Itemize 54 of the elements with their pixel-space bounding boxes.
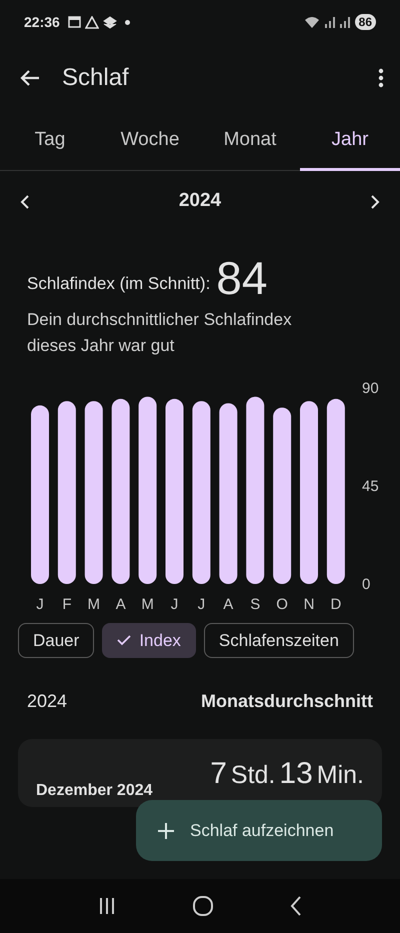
stack-icon <box>102 16 117 28</box>
record-sleep-button[interactable]: Schlaf aufzeichnen <box>136 800 382 861</box>
section-title: Monatsdurchschnitt <box>200 690 373 713</box>
status-time: 22:36 <box>24 12 60 32</box>
month-label: A <box>116 596 126 612</box>
screen-title: Schlaf <box>62 63 130 93</box>
recent-apps-icon[interactable] <box>98 897 116 915</box>
more-options-icon[interactable] <box>378 68 384 88</box>
home-icon[interactable] <box>192 896 213 916</box>
score-value: 84 <box>216 254 268 300</box>
period-label: 2024 <box>178 189 222 214</box>
month-label: J <box>36 596 44 612</box>
month-label: M <box>88 596 100 612</box>
month-label: J <box>170 596 178 612</box>
duration-value: 7 <box>210 756 227 792</box>
back-nav-icon[interactable] <box>290 896 302 916</box>
tab[interactable]: Woche <box>100 112 200 170</box>
signal-icon <box>324 16 336 28</box>
section-year: 2024 <box>27 690 68 713</box>
month-label: M <box>141 596 154 612</box>
previous-icon[interactable] <box>20 194 30 210</box>
filter-chip[interactable]: Dauer <box>18 622 94 658</box>
month-label: D <box>330 596 342 612</box>
month-label: Dezember 2024 <box>36 781 153 801</box>
filter-chip[interactable]: Index <box>102 622 196 658</box>
month-label: J <box>198 596 206 612</box>
check-icon <box>117 634 132 646</box>
axis-tick-label: 0 <box>362 576 370 592</box>
month-label: F <box>62 596 72 612</box>
duration-value: 13 <box>279 756 313 792</box>
score-label: Schlafindex (im Schnitt): <box>27 273 210 295</box>
drive-icon <box>84 16 99 28</box>
month-card[interactable]: 7 Std.13 Min. Dezember 2024 <box>18 739 382 807</box>
battery-indicator: 86 <box>354 14 376 30</box>
notification-dot-icon <box>124 20 130 24</box>
tab[interactable]: Tag <box>0 112 100 170</box>
back-icon[interactable] <box>20 69 40 87</box>
signal-icon <box>338 16 351 28</box>
next-icon[interactable] <box>370 194 380 210</box>
calendar-icon <box>68 16 81 28</box>
tab[interactable]: Monat <box>200 112 300 170</box>
tab[interactable]: Jahr <box>300 112 400 170</box>
score-description: Dein durchschnittlicher Schlafindex dieses Jahr war gut <box>27 308 293 356</box>
month-label: N <box>304 596 314 612</box>
axis-tick-label: 90 <box>362 380 379 396</box>
wifi-icon <box>304 16 320 28</box>
month-label: S <box>250 596 260 612</box>
axis-tick-label: 45 <box>362 478 379 494</box>
filter-chip[interactable]: Schlafenszeiten <box>204 622 354 658</box>
month-label: A <box>223 596 234 612</box>
duration-unit: Min. <box>316 760 364 791</box>
plus-icon <box>158 822 174 838</box>
month-label: O <box>276 596 288 612</box>
duration-unit: Std. <box>230 760 276 791</box>
